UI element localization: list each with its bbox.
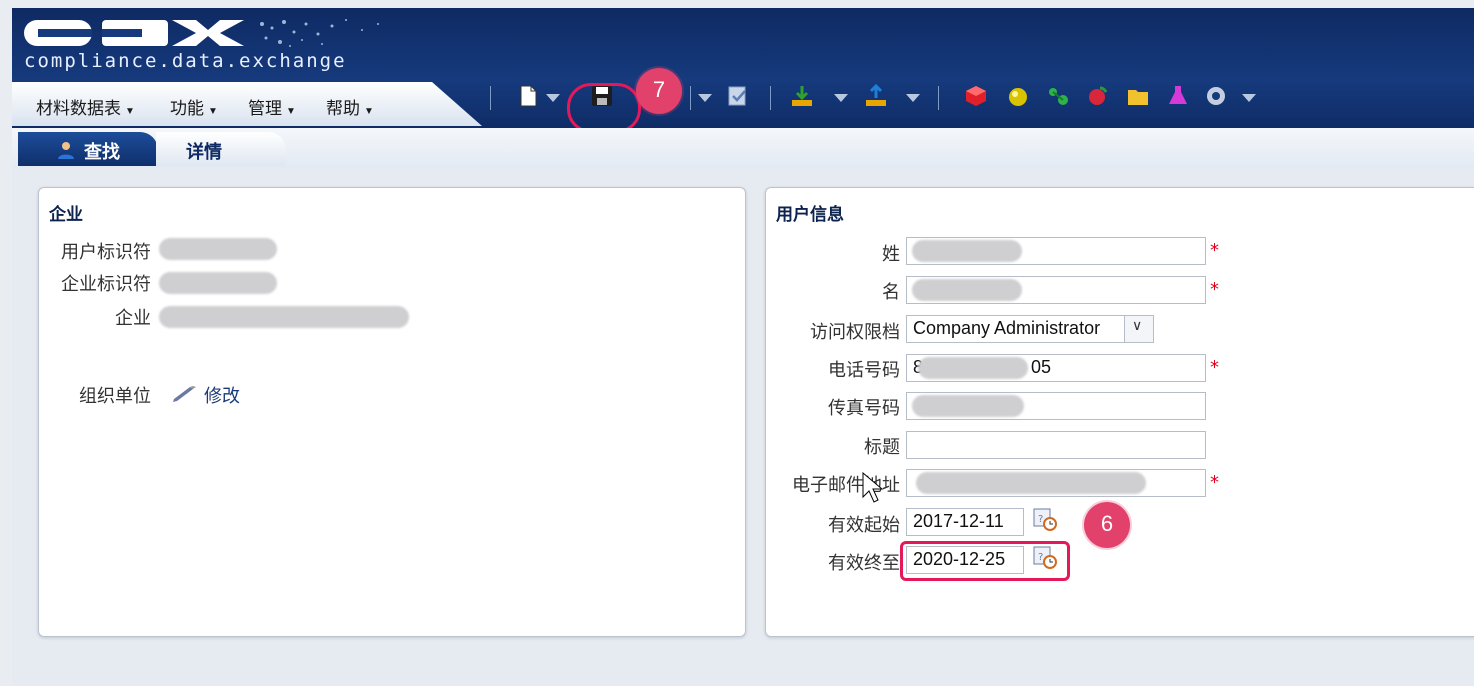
chevron-down-icon: ▼ bbox=[208, 106, 218, 117]
dropdown-arrow[interactable] bbox=[698, 94, 712, 102]
logo-subtitle: compliance.data.exchange bbox=[24, 50, 347, 72]
menu-manage[interactable]: 管理 ▼ bbox=[248, 94, 296, 119]
valid-from-input[interactable]: 2017-12-11 bbox=[906, 508, 1024, 536]
yellow-sphere-icon[interactable] bbox=[1006, 84, 1030, 108]
menu-material-datasheet[interactable]: 材料数据表 ▼ bbox=[36, 94, 135, 119]
red-cube-icon[interactable] bbox=[964, 84, 988, 108]
title-input[interactable] bbox=[906, 431, 1206, 459]
valid-from-label: 有效起始 bbox=[828, 515, 900, 535]
required-mark: * bbox=[1210, 240, 1219, 261]
tab-find[interactable]: 查找 bbox=[18, 132, 158, 166]
chevron-down-icon: ▼ bbox=[125, 106, 135, 117]
folder-icon[interactable] bbox=[1126, 84, 1150, 108]
phone-label: 电话号码 bbox=[828, 360, 900, 380]
toolbar-separator bbox=[490, 86, 491, 110]
green-molecule-icon[interactable] bbox=[1046, 84, 1070, 108]
company-id-label: 企业标识符 bbox=[61, 274, 151, 294]
pencil-icon bbox=[173, 386, 196, 402]
step-badge-7: 7 bbox=[636, 68, 682, 114]
toolbar-separator bbox=[690, 86, 691, 110]
fax-value-redacted bbox=[912, 395, 1024, 417]
gear-icon[interactable] bbox=[1204, 84, 1228, 108]
required-mark: * bbox=[1210, 279, 1219, 300]
required-mark: * bbox=[1210, 357, 1219, 378]
valid-to-label: 有效终至 bbox=[828, 553, 900, 573]
access-profile-select[interactable]: Company Administrator ∨ bbox=[906, 315, 1154, 343]
company-label: 企业 bbox=[115, 308, 151, 328]
step-badge-6: 6 bbox=[1084, 502, 1130, 548]
access-profile-label: 访问权限档 bbox=[810, 322, 900, 342]
menu-functions[interactable]: 功能 ▼ bbox=[170, 94, 218, 119]
red-apple-icon[interactable] bbox=[1086, 84, 1110, 108]
settings-dropdown-arrow[interactable] bbox=[1242, 94, 1256, 102]
user-id-label: 用户标识符 bbox=[61, 242, 151, 262]
upload-icon[interactable] bbox=[864, 84, 888, 108]
chevron-down-icon: ▼ bbox=[286, 106, 296, 117]
chevron-down-icon[interactable]: ∨ bbox=[1124, 316, 1153, 342]
flask-icon[interactable] bbox=[1166, 84, 1190, 108]
mouse-cursor-icon bbox=[862, 472, 884, 503]
phone-value-redacted bbox=[918, 357, 1028, 379]
menu-help[interactable]: 帮助 ▼ bbox=[326, 94, 374, 119]
title-label: 标题 bbox=[864, 437, 900, 457]
calendar-clock-icon[interactable]: ? bbox=[1032, 506, 1058, 532]
tab-detail[interactable]: 详情 bbox=[156, 132, 286, 166]
download-dropdown-arrow[interactable] bbox=[834, 94, 848, 102]
email-value-redacted bbox=[916, 472, 1146, 494]
save-highlight-ring bbox=[567, 83, 641, 133]
toolbar-separator bbox=[770, 86, 771, 110]
app-header: compliance.data.exchange 材料数据表 ▼ 功能 ▼ 管理 ▼ … bbox=[12, 8, 1474, 128]
app-window: compliance.data.exchange 材料数据表 ▼ 功能 ▼ 管理 ▼ … bbox=[0, 0, 1474, 686]
fax-label: 传真号码 bbox=[828, 398, 900, 418]
company-panel-title: 企业 bbox=[49, 205, 83, 224]
user-id-value-redacted bbox=[159, 238, 277, 260]
last-name-value-redacted bbox=[912, 240, 1022, 262]
company-value-redacted bbox=[159, 306, 409, 328]
edit-org-unit-link[interactable]: 修改 bbox=[171, 382, 240, 408]
last-name-label: 姓 bbox=[882, 244, 900, 264]
svg-text:?: ? bbox=[1038, 514, 1043, 525]
new-dropdown-arrow[interactable] bbox=[546, 94, 560, 102]
tab-bar: 查找 详情 bbox=[12, 128, 1474, 168]
valid-to-highlight-box bbox=[900, 541, 1070, 581]
user-panel-title: 用户信息 bbox=[776, 205, 844, 224]
first-name-label: 名 bbox=[882, 282, 900, 302]
org-unit-label: 组织单位 bbox=[79, 386, 151, 406]
toolbar-separator bbox=[938, 86, 939, 110]
required-mark: * bbox=[1210, 472, 1219, 493]
upload-dropdown-arrow[interactable] bbox=[906, 94, 920, 102]
check-icon[interactable] bbox=[726, 84, 750, 108]
company-id-value-redacted bbox=[159, 272, 277, 294]
user-icon bbox=[58, 142, 74, 159]
user-info-panel: 用户信息 姓 * 名 * 访问权限档 Company Administrator… bbox=[765, 187, 1474, 637]
first-name-value-redacted bbox=[912, 279, 1022, 301]
download-icon[interactable] bbox=[790, 84, 814, 108]
chevron-down-icon: ▼ bbox=[364, 106, 374, 117]
new-document-icon[interactable] bbox=[516, 84, 540, 108]
main-menubar: 材料数据表 ▼ 功能 ▼ 管理 ▼ 帮助 ▼ bbox=[12, 82, 482, 126]
company-panel: 企业 用户标识符 企业标识符 企业 组织单位 修改 bbox=[38, 187, 746, 637]
